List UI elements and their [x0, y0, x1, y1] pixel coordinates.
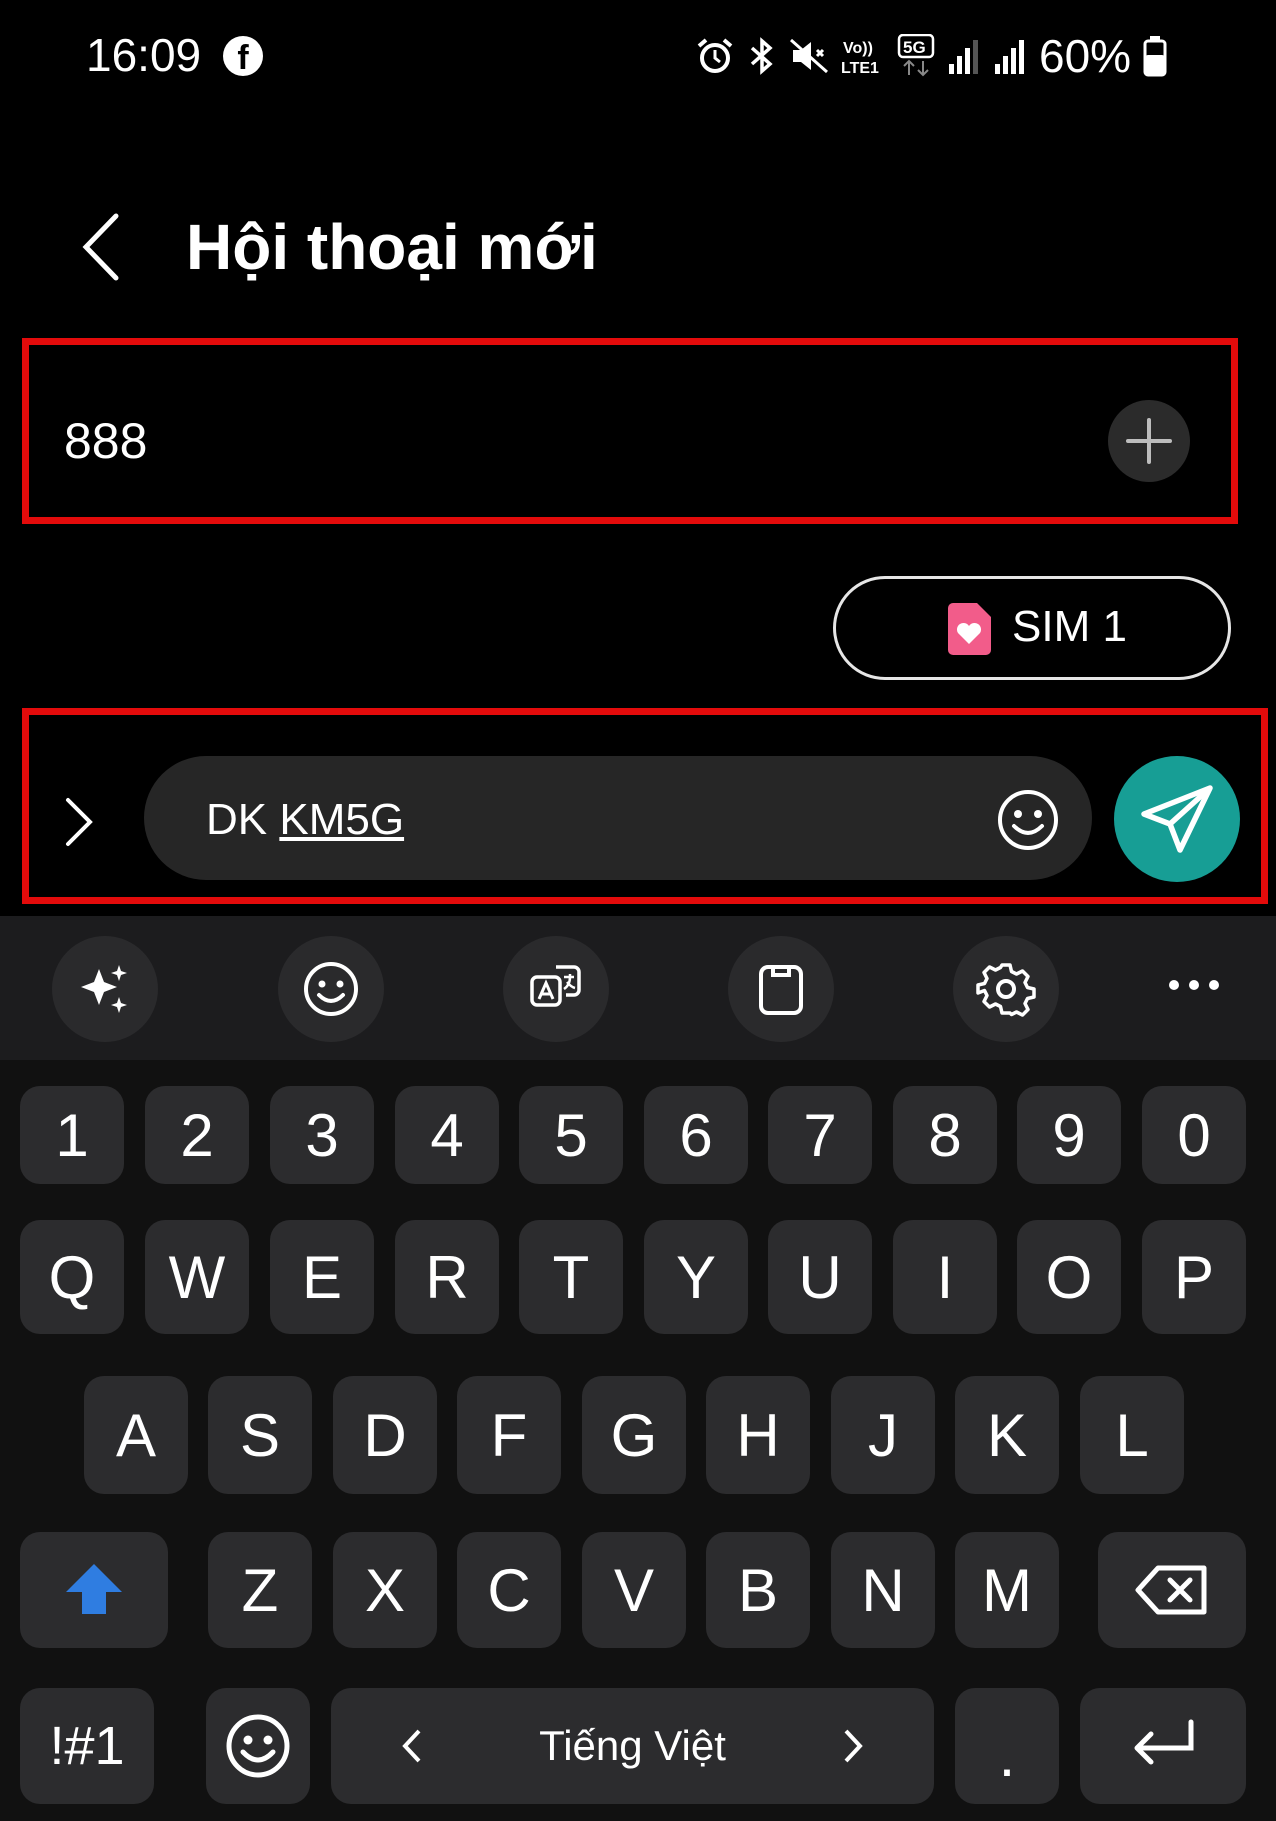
bluetooth-icon — [750, 37, 773, 75]
key-7[interactable]: 7 — [768, 1086, 872, 1184]
key-n[interactable]: N — [831, 1532, 935, 1648]
key-u[interactable]: U — [768, 1220, 872, 1334]
page-title: Hội thoại mới — [186, 211, 598, 283]
send-button[interactable] — [1114, 756, 1240, 882]
key-p[interactable]: P — [1142, 1220, 1246, 1334]
chevron-right-icon — [844, 1729, 863, 1763]
shift-key[interactable] — [20, 1532, 168, 1648]
alarm-icon — [697, 38, 733, 73]
emoji-key[interactable] — [206, 1688, 310, 1804]
status-icons: Vo)) LTE1 5G 60% — [695, 28, 1167, 84]
key-6[interactable]: 6 — [644, 1086, 748, 1184]
enter-icon — [1134, 1719, 1194, 1765]
space-key[interactable]: Tiếng Việt — [331, 1688, 934, 1804]
key-k[interactable]: K — [955, 1376, 1059, 1494]
key-g[interactable]: G — [582, 1376, 686, 1494]
chevron-left-icon — [402, 1729, 421, 1763]
key-j[interactable]: J — [831, 1376, 935, 1494]
key-t[interactable]: T — [519, 1220, 623, 1334]
keyboard-settings-button[interactable] — [953, 936, 1059, 1042]
key-d[interactable]: D — [333, 1376, 437, 1494]
signal-icon — [949, 40, 978, 74]
key-4[interactable]: 4 — [395, 1086, 499, 1184]
emoji-keyboard-button[interactable] — [278, 936, 384, 1042]
key-z[interactable]: Z — [208, 1532, 312, 1648]
send-icon — [1141, 785, 1213, 853]
enter-key[interactable] — [1080, 1688, 1246, 1804]
key-o[interactable]: O — [1017, 1220, 1121, 1334]
shift-icon — [66, 1564, 122, 1614]
message-text[interactable]: DK KM5G — [206, 795, 404, 845]
key-m[interactable]: M — [955, 1532, 1059, 1648]
back-button[interactable] — [80, 212, 124, 287]
chevron-left-icon — [82, 213, 119, 281]
gear-icon — [976, 963, 1036, 1017]
svg-text:LTE1: LTE1 — [841, 60, 879, 76]
key-v[interactable]: V — [582, 1532, 686, 1648]
key-h[interactable]: H — [706, 1376, 810, 1494]
keyboard-toolbar — [0, 916, 1276, 1060]
key-l[interactable]: L — [1080, 1376, 1184, 1494]
key-c[interactable]: C — [457, 1532, 561, 1648]
more-options-button[interactable] — [1166, 970, 1222, 1005]
key-8[interactable]: 8 — [893, 1086, 997, 1184]
mute-icon — [790, 38, 828, 74]
key-y[interactable]: Y — [644, 1220, 748, 1334]
plus-icon — [1126, 418, 1172, 464]
sim-label: SIM 1 — [1012, 602, 1127, 651]
period-key[interactable]: . — [955, 1688, 1059, 1804]
key-9[interactable]: 9 — [1017, 1086, 1121, 1184]
backspace-key[interactable] — [1098, 1532, 1246, 1648]
key-s[interactable]: S — [208, 1376, 312, 1494]
svg-text:5G: 5G — [903, 38, 926, 57]
key-x[interactable]: X — [333, 1532, 437, 1648]
key-f[interactable]: F — [457, 1376, 561, 1494]
symbols-key[interactable]: !#1 — [20, 1688, 154, 1804]
ai-tools-button[interactable] — [52, 936, 158, 1042]
key-5[interactable]: 5 — [519, 1086, 623, 1184]
clipboard-icon — [759, 965, 803, 1015]
expand-options-button[interactable] — [64, 796, 94, 853]
volte-icon: Vo)) LTE1 — [841, 40, 879, 76]
message-text-plain: DK — [206, 795, 280, 844]
recipient-highlight-box — [22, 338, 1238, 524]
chevron-right-icon — [66, 798, 93, 846]
key-w[interactable]: W — [145, 1220, 249, 1334]
emoji-icon — [304, 962, 358, 1016]
language-label: Tiếng Việt — [539, 1722, 726, 1769]
key-q[interactable]: Q — [20, 1220, 124, 1334]
message-text-underlined: KM5G — [279, 795, 405, 844]
translate-icon — [530, 965, 581, 1007]
recipient-input[interactable]: 888 — [64, 412, 147, 470]
key-1[interactable]: 1 — [20, 1086, 124, 1184]
sparkle-icon — [81, 965, 127, 1013]
signal-icon-2 — [995, 40, 1024, 74]
emoji-icon[interactable] — [996, 788, 1060, 852]
facebook-icon: f — [223, 36, 263, 77]
key-r[interactable]: R — [395, 1220, 499, 1334]
key-3[interactable]: 3 — [270, 1086, 374, 1184]
emoji-icon — [226, 1714, 290, 1778]
key-i[interactable]: I — [893, 1220, 997, 1334]
translate-button[interactable] — [503, 936, 609, 1042]
more-icon — [1169, 980, 1219, 990]
sim-card-icon — [948, 603, 991, 655]
key-e[interactable]: E — [270, 1220, 374, 1334]
5g-icon: 5G — [897, 34, 935, 77]
backspace-icon — [1135, 1565, 1207, 1615]
key-2[interactable]: 2 — [145, 1086, 249, 1184]
add-recipient-button[interactable] — [1108, 400, 1190, 482]
key-a[interactable]: A — [84, 1376, 188, 1494]
key-b[interactable]: B — [706, 1532, 810, 1648]
battery-icon — [1143, 36, 1167, 77]
key-0[interactable]: 0 — [1142, 1086, 1246, 1184]
clipboard-button[interactable] — [728, 936, 834, 1042]
status-time: 16:09 — [86, 29, 202, 81]
svg-text:Vo)): Vo)) — [843, 40, 873, 57]
battery-level: 60% — [1039, 30, 1132, 82]
